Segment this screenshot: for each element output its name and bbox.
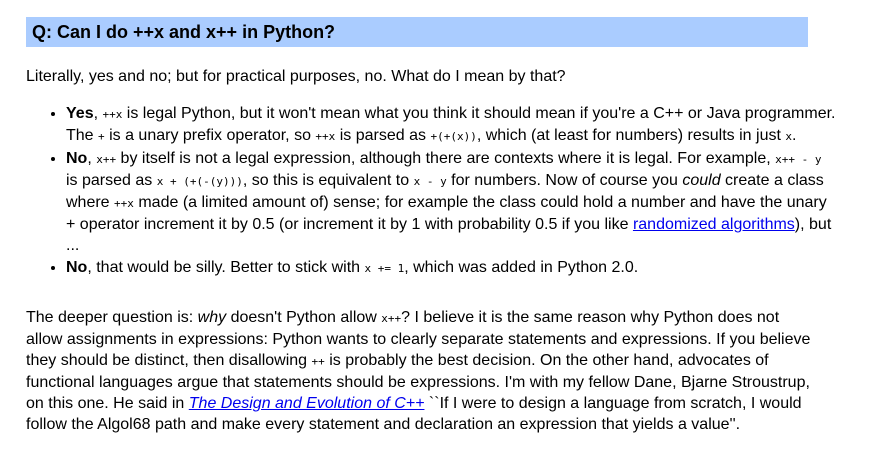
list-item: No, that would be silly. Better to stick… <box>66 257 836 279</box>
list-item: No, x++ by itself is not a legal express… <box>66 148 836 256</box>
item-text: , <box>87 150 97 167</box>
closing-text: doesn't Python allow <box>226 309 382 326</box>
inline-code: x <box>785 130 792 143</box>
item-lead: No <box>66 259 88 276</box>
inline-code: x - y <box>413 175 447 188</box>
list-item: Yes, ++x is legal Python, but it won't m… <box>66 103 836 147</box>
item-text: by itself is not a legal expression, alt… <box>116 150 776 167</box>
closing-text: The deeper question is: <box>26 309 198 326</box>
randomized-algorithms-link[interactable]: randomized algorithms <box>633 216 795 233</box>
inline-code: x + (+(-(y))) <box>156 175 243 188</box>
inline-code: ++x <box>315 130 336 143</box>
item-lead: No <box>66 150 88 167</box>
book-title-link[interactable]: The Design and Evolution of C++ <box>189 395 425 412</box>
closing-paragraph: The deeper question is: why doesn't Pyth… <box>26 307 816 435</box>
item-text: . <box>792 127 797 144</box>
inline-code: x += 1 <box>364 262 405 275</box>
question-heading: Q: Can I do ++x and x++ in Python? <box>26 17 808 47</box>
inline-code: + <box>98 130 105 143</box>
inline-code: x++ - y <box>775 153 822 166</box>
item-text: , which was added in Python 2.0. <box>404 259 639 276</box>
item-lead: Yes <box>66 105 94 122</box>
item-text: is parsed as <box>335 127 431 144</box>
inline-code: ++ <box>311 355 325 368</box>
faq-page: Q: Can I do ++x and x++ in Python? Liter… <box>0 0 893 460</box>
answer-list: Yes, ++x is legal Python, but it won't m… <box>46 103 836 280</box>
emphasis: why <box>197 309 227 326</box>
item-text: for numbers. Now of course you <box>446 172 683 189</box>
inline-code: ++x <box>102 108 123 121</box>
item-text: is parsed as <box>66 172 157 189</box>
intro-paragraph: Literally, yes and no; but for practical… <box>26 68 566 85</box>
item-text: , so this is equivalent to <box>242 172 414 189</box>
inline-code: +(+(x)) <box>430 130 477 143</box>
item-text: , which (at least for numbers) results i… <box>476 127 786 144</box>
item-text: , that would be silly. Better to stick w… <box>87 259 365 276</box>
inline-code: ++x <box>114 197 134 210</box>
emphasis: could <box>682 172 721 189</box>
inline-code: x++ <box>381 312 402 325</box>
inline-code: x++ <box>96 153 117 166</box>
item-text: is a unary prefix operator, so <box>104 127 316 144</box>
